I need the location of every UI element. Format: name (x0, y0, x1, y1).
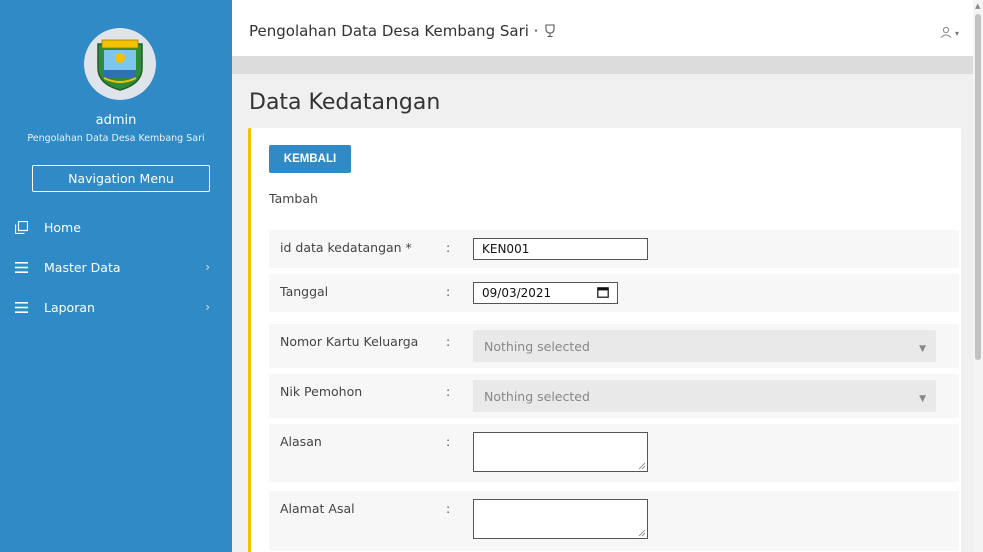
chevron-right-icon: › (205, 300, 210, 314)
sidebar-item-label: Laporan (44, 299, 95, 315)
user-menu[interactable]: ▾ (940, 26, 959, 41)
kk-select[interactable]: Nothing selected ▼ (473, 330, 936, 362)
field-label: Nik Pemohon (280, 384, 363, 399)
colon: : (446, 434, 451, 449)
app-subtitle: Pengolahan Data Desa Kembang Sari (27, 133, 205, 144)
alasan-textarea[interactable] (473, 432, 648, 472)
page-title: Data Kedatangan (249, 90, 441, 115)
sidebar-menu: Home Master Data › Laporan › (0, 207, 232, 327)
form-row-alamat-asal: Alamat Asal : (269, 491, 959, 551)
emblem-icon (97, 39, 143, 91)
field-label: Tanggal (280, 284, 329, 299)
sidebar-item-label: Master Data (44, 259, 121, 275)
nik-select[interactable]: Nothing selected ▼ (473, 380, 936, 412)
sidebar-item-label: Home (44, 219, 81, 235)
tanggal-date-input[interactable]: 09/03/2021 (473, 282, 618, 304)
app-title-text: Pengolahan Data Desa Kembang Sari · (249, 22, 539, 40)
calendar-icon[interactable] (597, 286, 609, 301)
scroll-up-icon[interactable]: ▲ (975, 2, 980, 10)
select-value: Nothing selected (484, 338, 590, 354)
menu-icon (14, 300, 28, 314)
form-row-tanggal: Tanggal : 09/03/2021 (269, 274, 959, 312)
alamat-asal-textarea[interactable] (473, 499, 648, 539)
id-kedatangan-input[interactable] (473, 238, 648, 260)
trophy-icon (543, 24, 557, 38)
user-name: admin (95, 113, 137, 128)
village-logo (84, 28, 156, 100)
field-label: Nomor Kartu Keluarga (280, 334, 419, 349)
colon: : (446, 334, 451, 349)
date-value: 09/03/2021 (482, 286, 552, 300)
back-button[interactable]: KEMBALI (269, 145, 351, 173)
form-row-alasan: Alasan : (269, 424, 959, 482)
header-divider (232, 56, 973, 74)
form-panel: KEMBALI Tambah id data kedatangan * : Ta… (248, 128, 961, 552)
caret-down-icon: ▼ (919, 394, 926, 404)
colon: : (446, 501, 451, 516)
form-row-kk: Nomor Kartu Keluarga : Nothing selected … (269, 324, 959, 368)
form-row-nik: Nik Pemohon : Nothing selected ▼ (269, 374, 959, 418)
scrollbar-thumb[interactable] (975, 14, 981, 360)
topbar: Pengolahan Data Desa Kembang Sari · ▾ (232, 0, 973, 56)
field-label: id data kedatangan * (280, 240, 412, 255)
sidebar-item-master-data[interactable]: Master Data › (0, 247, 232, 287)
sidebar-item-laporan[interactable]: Laporan › (0, 287, 232, 327)
field-label: Alasan (280, 434, 322, 449)
navigation-menu-button[interactable]: Navigation Menu (32, 165, 210, 192)
main-content: Data Kedatangan KEMBALI Tambah id data k… (232, 74, 973, 552)
select-value: Nothing selected (484, 388, 590, 404)
colon: : (446, 284, 451, 299)
sidebar: admin Pengolahan Data Desa Kembang Sari … (0, 0, 232, 552)
field-label: Alamat Asal (280, 501, 355, 516)
vertical-scrollbar[interactable]: ▲ (973, 0, 983, 552)
chevron-right-icon: › (205, 260, 210, 274)
resize-grip-icon[interactable] (638, 529, 646, 537)
colon: : (446, 384, 451, 399)
form-row-id: id data kedatangan * : (269, 230, 959, 268)
copy-icon (14, 220, 28, 234)
sidebar-item-home[interactable]: Home (0, 207, 232, 247)
user-icon (940, 26, 952, 41)
colon: : (446, 240, 451, 255)
menu-icon (14, 260, 28, 274)
app-title: Pengolahan Data Desa Kembang Sari · (249, 22, 557, 40)
caret-down-icon: ▾ (954, 29, 959, 38)
section-label: Tambah (269, 191, 318, 206)
caret-down-icon: ▼ (919, 344, 926, 354)
resize-grip-icon[interactable] (638, 462, 646, 470)
